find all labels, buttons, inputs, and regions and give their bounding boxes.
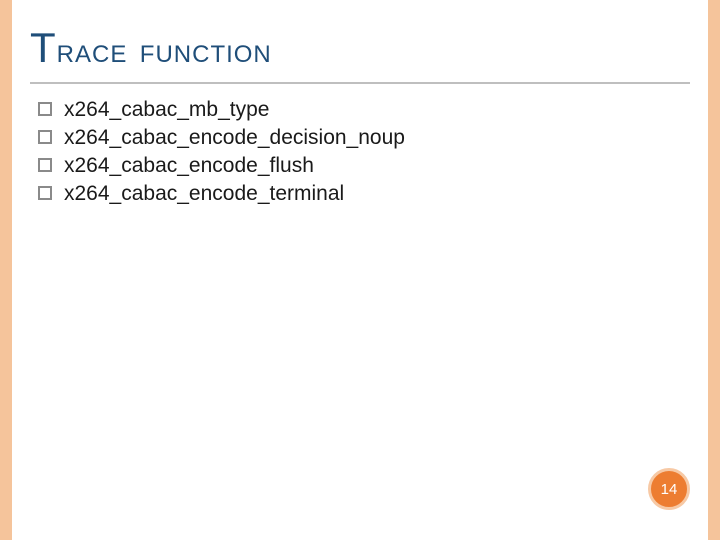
page-number-badge: 14 (648, 468, 690, 510)
accent-bar-right (708, 0, 720, 540)
list-item: x264_cabac_encode_decision_noup (38, 126, 680, 150)
page-number: 14 (661, 481, 678, 498)
list-item: x264_cabac_encode_flush (38, 154, 680, 178)
slide: Trace function x264_cabac_mb_type x264_c… (0, 0, 720, 540)
list-item-label: x264_cabac_mb_type (64, 98, 269, 122)
square-bullet-icon (38, 186, 52, 200)
bullet-list: x264_cabac_mb_type x264_cabac_encode_dec… (38, 98, 680, 210)
accent-bar-left (0, 0, 12, 540)
square-bullet-icon (38, 130, 52, 144)
list-item-label: x264_cabac_encode_flush (64, 154, 314, 178)
square-bullet-icon (38, 102, 52, 116)
title-dropcap: T (30, 24, 57, 71)
square-bullet-icon (38, 158, 52, 172)
list-item: x264_cabac_mb_type (38, 98, 680, 122)
slide-title: Trace function (30, 24, 690, 84)
list-item: x264_cabac_encode_terminal (38, 182, 680, 206)
title-rest: race function (57, 32, 272, 70)
list-item-label: x264_cabac_encode_decision_noup (64, 126, 405, 150)
list-item-label: x264_cabac_encode_terminal (64, 182, 344, 206)
